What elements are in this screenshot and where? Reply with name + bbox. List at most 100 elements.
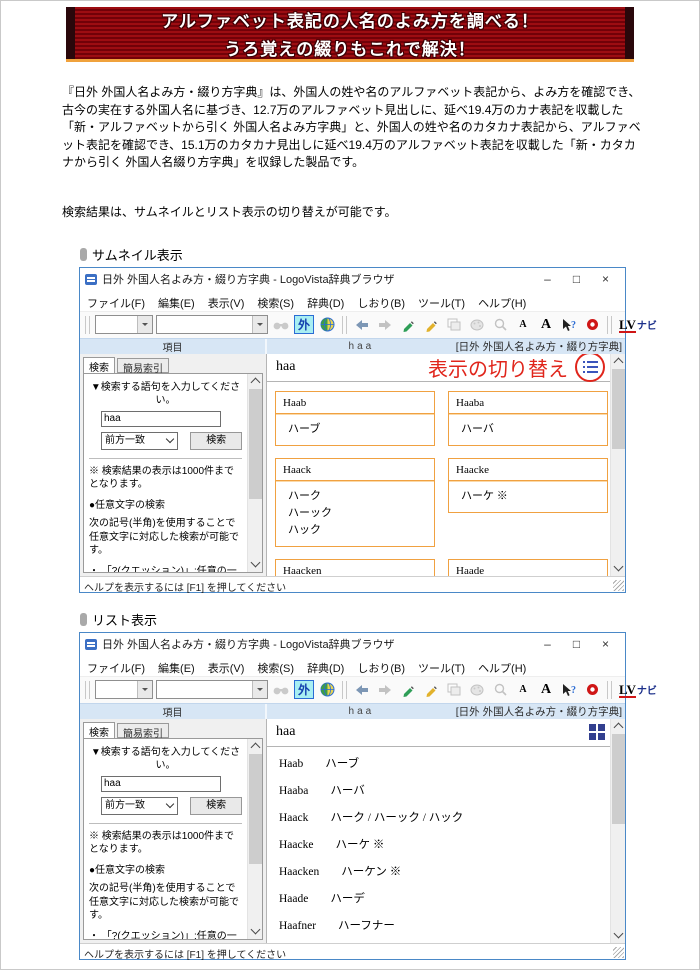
context-help-icon[interactable]: ? — [559, 680, 579, 700]
scroll-down-icon[interactable] — [611, 928, 626, 943]
menu-search[interactable]: 検索(S) — [257, 660, 294, 676]
panel-scrollbar[interactable] — [247, 373, 263, 572]
toolbar-grip[interactable] — [85, 680, 90, 699]
font-large-button[interactable]: A — [536, 315, 556, 335]
thumbnail-view-toggle-button[interactable] — [589, 724, 605, 741]
menu-help[interactable]: ヘルプ(H) — [478, 660, 526, 676]
title-bar[interactable]: 日外 外国人名よみ方・綴り方字典 - LogoVista辞典ブラウザ – □ × — [80, 633, 625, 656]
close-button[interactable]: × — [591, 637, 620, 651]
menu-bookmark[interactable]: しおり(B) — [357, 295, 405, 311]
history-combobox[interactable] — [95, 315, 153, 335]
pronounce-stop-icon[interactable] — [582, 315, 602, 335]
menu-dictionary[interactable]: 辞典(D) — [307, 660, 344, 676]
web-globe-icon[interactable] — [317, 680, 337, 700]
menu-view[interactable]: 表示(V) — [208, 295, 245, 311]
web-globe-icon[interactable] — [317, 315, 337, 335]
scroll-down-icon[interactable] — [248, 557, 263, 572]
search-input[interactable] — [101, 410, 221, 427]
menu-file[interactable]: ファイル(F) — [87, 295, 145, 311]
list-item[interactable]: Haafner ハーフナー — [279, 917, 615, 933]
tab-search[interactable]: 検索 — [83, 356, 115, 374]
resize-grip[interactable] — [613, 946, 624, 958]
lv-navi-button[interactable]: LV ナビ — [619, 682, 657, 698]
binoculars-search-icon[interactable] — [271, 680, 291, 700]
title-bar[interactable]: 日外 外国人名よみ方・綴り方字典 - LogoVista辞典ブラウザ – □ × — [80, 268, 625, 291]
toolbar-grip[interactable] — [607, 315, 612, 334]
font-large-button[interactable]: A — [536, 680, 556, 700]
entry-card[interactable]: Haab ハーブ — [275, 390, 435, 446]
tab-search[interactable]: 検索 — [83, 721, 115, 739]
tab-index[interactable]: 簡易索引 — [117, 722, 169, 740]
menu-help[interactable]: ヘルプ(H) — [478, 295, 526, 311]
tab-index[interactable]: 簡易索引 — [117, 357, 169, 375]
list-item[interactable]: Haade ハーデ — [279, 890, 615, 906]
list-item[interactable]: Haab ハーブ — [279, 755, 615, 771]
scrollbar-thumb[interactable] — [611, 733, 625, 824]
list-view-toggle-button[interactable] — [575, 353, 605, 383]
scrollbar-thumb[interactable] — [248, 753, 262, 864]
scroll-up-icon[interactable] — [611, 719, 626, 734]
close-button[interactable]: × — [591, 272, 620, 286]
pronounce-stop-icon[interactable] — [582, 680, 602, 700]
binoculars-search-icon[interactable] — [271, 315, 291, 335]
minimize-button[interactable]: – — [533, 272, 562, 286]
entry-card[interactable]: Haacke ハーケ ※ — [448, 457, 608, 513]
match-type-select[interactable]: 前方一致 — [101, 431, 179, 450]
entry-card[interactable]: Haack ハーク ハーック ハック — [275, 457, 435, 547]
forward-arrow-icon[interactable] — [375, 315, 395, 335]
palette-icon[interactable] — [467, 680, 487, 700]
content-scrollbar[interactable] — [610, 718, 626, 943]
history-combobox[interactable] — [95, 680, 153, 700]
font-small-button[interactable]: A — [513, 680, 533, 700]
menu-view[interactable]: 表示(V) — [208, 660, 245, 676]
back-arrow-icon[interactable] — [352, 680, 372, 700]
search-term-combobox[interactable] — [156, 680, 268, 700]
toolbar-grip[interactable] — [342, 315, 347, 334]
dictionary-select-button[interactable]: 外 — [294, 680, 314, 700]
marker-pen-yellow-icon[interactable] — [421, 680, 441, 700]
copy-window-icon[interactable] — [444, 315, 464, 335]
list-item[interactable]: Haacken ハーケン ※ — [279, 863, 615, 879]
lv-navi-button[interactable]: LV ナビ — [619, 317, 657, 333]
font-small-button[interactable]: A — [513, 315, 533, 335]
search-button[interactable]: 検索 — [190, 431, 242, 450]
scroll-up-icon[interactable] — [248, 374, 263, 389]
toolbar-grip[interactable] — [85, 315, 90, 334]
resize-grip[interactable] — [613, 579, 624, 591]
palette-icon[interactable] — [467, 315, 487, 335]
match-type-select[interactable]: 前方一致 — [101, 796, 179, 815]
back-arrow-icon[interactable] — [352, 315, 372, 335]
marker-pen-green-icon[interactable] — [398, 680, 418, 700]
zoom-magnifier-icon[interactable] — [490, 680, 510, 700]
search-term-combobox[interactable] — [156, 315, 268, 335]
menu-tools[interactable]: ツール(T) — [418, 660, 465, 676]
scroll-up-icon[interactable] — [248, 739, 263, 754]
menu-bookmark[interactable]: しおり(B) — [357, 660, 405, 676]
chevron-down-icon[interactable] — [137, 681, 152, 699]
copy-window-icon[interactable] — [444, 680, 464, 700]
forward-arrow-icon[interactable] — [375, 680, 395, 700]
toolbar-grip[interactable] — [607, 680, 612, 699]
chevron-down-icon[interactable] — [252, 681, 267, 699]
search-input[interactable] — [101, 775, 221, 792]
marker-pen-green-icon[interactable] — [398, 315, 418, 335]
menu-file[interactable]: ファイル(F) — [87, 660, 145, 676]
panel-scrollbar[interactable] — [247, 738, 263, 939]
toolbar-grip[interactable] — [342, 680, 347, 699]
scrollbar-thumb[interactable] — [611, 368, 625, 449]
chevron-down-icon[interactable] — [137, 316, 152, 334]
marker-pen-yellow-icon[interactable] — [421, 315, 441, 335]
scroll-down-icon[interactable] — [611, 561, 626, 576]
list-item[interactable]: Haaba ハーバ — [279, 782, 615, 798]
search-button[interactable]: 検索 — [190, 796, 242, 815]
list-item[interactable]: Haacke ハーケ ※ — [279, 836, 615, 852]
scroll-down-icon[interactable] — [248, 924, 263, 939]
menu-tools[interactable]: ツール(T) — [418, 295, 465, 311]
entry-card[interactable]: Haade ハーデ — [448, 558, 608, 576]
dictionary-select-button[interactable]: 外 — [294, 315, 314, 335]
context-help-icon[interactable]: ? — [559, 315, 579, 335]
zoom-magnifier-icon[interactable] — [490, 315, 510, 335]
entry-card[interactable]: Haacken ハーケン ※ — [275, 558, 435, 576]
content-scrollbar[interactable] — [610, 353, 626, 576]
menu-edit[interactable]: 編集(E) — [158, 660, 195, 676]
